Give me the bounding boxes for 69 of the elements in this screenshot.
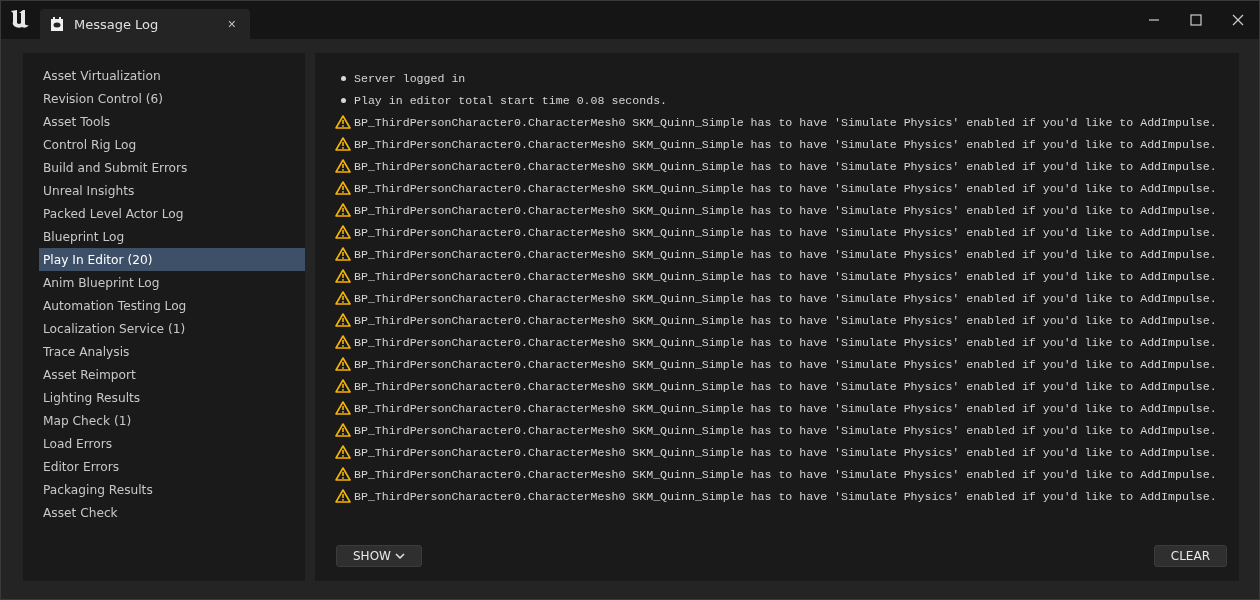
log-message: BP_ThirdPersonCharacter0.CharacterMesh0 SKM_Quinn_Simple has to have 'Simulate Physics' enabled if you'd like to AddImpulse.: [354, 445, 1217, 459]
warning-icon: [335, 445, 351, 459]
log-message: BP_ThirdPersonCharacter0.CharacterMesh0 SKM_Quinn_Simple has to have 'Simulate Physics' enabled if you'd like to AddImpulse.: [354, 357, 1217, 371]
log-message: BP_ThirdPersonCharacter0.CharacterMesh0 SKM_Quinn_Simple has to have 'Simulate Physics' enabled if you'd like to AddImpulse.: [354, 401, 1217, 415]
close-icon: [1232, 14, 1244, 26]
log-message: BP_ThirdPersonCharacter0.CharacterMesh0 SKM_Quinn_Simple has to have 'Simulate Physics' enabled if you'd like to AddImpulse.: [354, 379, 1217, 393]
log-message: BP_ThirdPersonCharacter0.CharacterMesh0 SKM_Quinn_Simple has to have 'Simulate Physics' enabled if you'd like to AddImpulse.: [354, 291, 1217, 305]
category-item[interactable]: Play In Editor (20): [39, 248, 305, 271]
category-item[interactable]: Asset Tools: [39, 110, 305, 133]
warning-icon: [335, 467, 351, 481]
log-message: BP_ThirdPersonCharacter0.CharacterMesh0 SKM_Quinn_Simple has to have 'Simulate Physics' enabled if you'd like to AddImpulse.: [354, 137, 1217, 151]
warning-icon: [335, 137, 351, 151]
category-item[interactable]: Blueprint Log: [39, 225, 305, 248]
log-message: Server logged in: [354, 71, 466, 85]
log-message: BP_ThirdPersonCharacter0.CharacterMesh0 SKM_Quinn_Simple has to have 'Simulate Physics' enabled if you'd like to AddImpulse.: [354, 203, 1217, 217]
warning-icon: [335, 115, 351, 129]
show-button[interactable]: SHOW: [336, 545, 422, 567]
warning-icon: [335, 313, 351, 327]
log-message: BP_ThirdPersonCharacter0.CharacterMesh0 SKM_Quinn_Simple has to have 'Simulate Physics' enabled if you'd like to AddImpulse.: [354, 489, 1217, 503]
log-message: BP_ThirdPersonCharacter0.CharacterMesh0 SKM_Quinn_Simple has to have 'Simulate Physics' enabled if you'd like to AddImpulse.: [354, 159, 1217, 173]
category-item[interactable]: Lighting Results: [39, 386, 305, 409]
category-item[interactable]: Load Errors: [39, 432, 305, 455]
category-item[interactable]: Trace Analysis: [39, 340, 305, 363]
log-message: BP_ThirdPersonCharacter0.CharacterMesh0 SKM_Quinn_Simple has to have 'Simulate Physics' enabled if you'd like to AddImpulse.: [354, 335, 1217, 349]
warning-icon: [335, 401, 351, 415]
warning-icon: [335, 335, 351, 349]
log-message: BP_ThirdPersonCharacter0.CharacterMesh0 SKM_Quinn_Simple has to have 'Simulate Physics' enabled if you'd like to AddImpulse.: [354, 225, 1217, 239]
warning-icon: [335, 489, 351, 503]
maximize-icon: [1190, 14, 1202, 26]
log-message: BP_ThirdPersonCharacter0.CharacterMesh0 SKM_Quinn_Simple has to have 'Simulate Physics' enabled if you'd like to AddImpulse.: [354, 115, 1217, 129]
category-item[interactable]: Revision Control (6): [39, 87, 305, 110]
category-item[interactable]: Packaging Results: [39, 478, 305, 501]
bullet-icon: [340, 75, 346, 81]
log-message: BP_ThirdPersonCharacter0.CharacterMesh0 SKM_Quinn_Simple has to have 'Simulate Physics' enabled if you'd like to AddImpulse.: [354, 181, 1217, 195]
log-message: BP_ThirdPersonCharacter0.CharacterMesh0 SKM_Quinn_Simple has to have 'Simulate Physics' enabled if you'd like to AddImpulse.: [354, 423, 1217, 437]
category-item[interactable]: Asset Reimport: [39, 363, 305, 386]
category-item[interactable]: Automation Testing Log: [39, 294, 305, 317]
close-tab-button[interactable]: ×: [223, 16, 240, 32]
clear-button[interactable]: CLEAR: [1153, 545, 1227, 567]
bullet-icon: [340, 97, 346, 103]
log-message: BP_ThirdPersonCharacter0.CharacterMesh0 SKM_Quinn_Simple has to have 'Simulate Physics' enabled if you'd like to AddImpulse.: [354, 467, 1217, 481]
category-item[interactable]: Build and Submit Errors: [39, 156, 305, 179]
category-item[interactable]: Anim Blueprint Log: [39, 271, 305, 294]
message-log-icon: [50, 16, 64, 32]
message-log-tab[interactable]: Message Log ×: [40, 9, 250, 39]
category-item[interactable]: Map Check (1): [39, 409, 305, 432]
log-message: BP_ThirdPersonCharacter0.CharacterMesh0 SKM_Quinn_Simple has to have 'Simulate Physics' enabled if you'd like to AddImpulse.: [354, 313, 1217, 327]
warning-icon: [335, 291, 351, 305]
category-item[interactable]: Localization Service (1): [39, 317, 305, 340]
category-item[interactable]: Editor Errors: [39, 455, 305, 478]
category-item[interactable]: Packed Level Actor Log: [39, 202, 305, 225]
log-message: BP_ThirdPersonCharacter0.CharacterMesh0 SKM_Quinn_Simple has to have 'Simulate Physics' enabled if you'd like to AddImpulse.: [354, 247, 1217, 261]
warning-icon: [335, 379, 351, 393]
category-item[interactable]: Unreal Insights: [39, 179, 305, 202]
tab-title: Message Log: [74, 16, 160, 32]
category-item[interactable]: Asset Check: [39, 501, 305, 524]
category-item[interactable]: Control Rig Log: [39, 133, 305, 156]
chevron-down-icon: [394, 552, 405, 560]
warning-icon: [335, 181, 351, 195]
warning-icon: [335, 203, 351, 217]
warning-icon: [335, 247, 351, 261]
warning-icon: [335, 225, 351, 239]
warning-icon: [335, 357, 351, 371]
warning-icon: [335, 159, 351, 173]
warning-icon: [335, 269, 351, 283]
log-message: BP_ThirdPersonCharacter0.CharacterMesh0 SKM_Quinn_Simple has to have 'Simulate Physics' enabled if you'd like to AddImpulse.: [354, 269, 1217, 283]
log-message: Play in editor total start time 0.08 seconds.: [354, 93, 668, 107]
category-item[interactable]: Asset Virtualization: [39, 64, 305, 87]
warning-icon: [335, 423, 351, 437]
